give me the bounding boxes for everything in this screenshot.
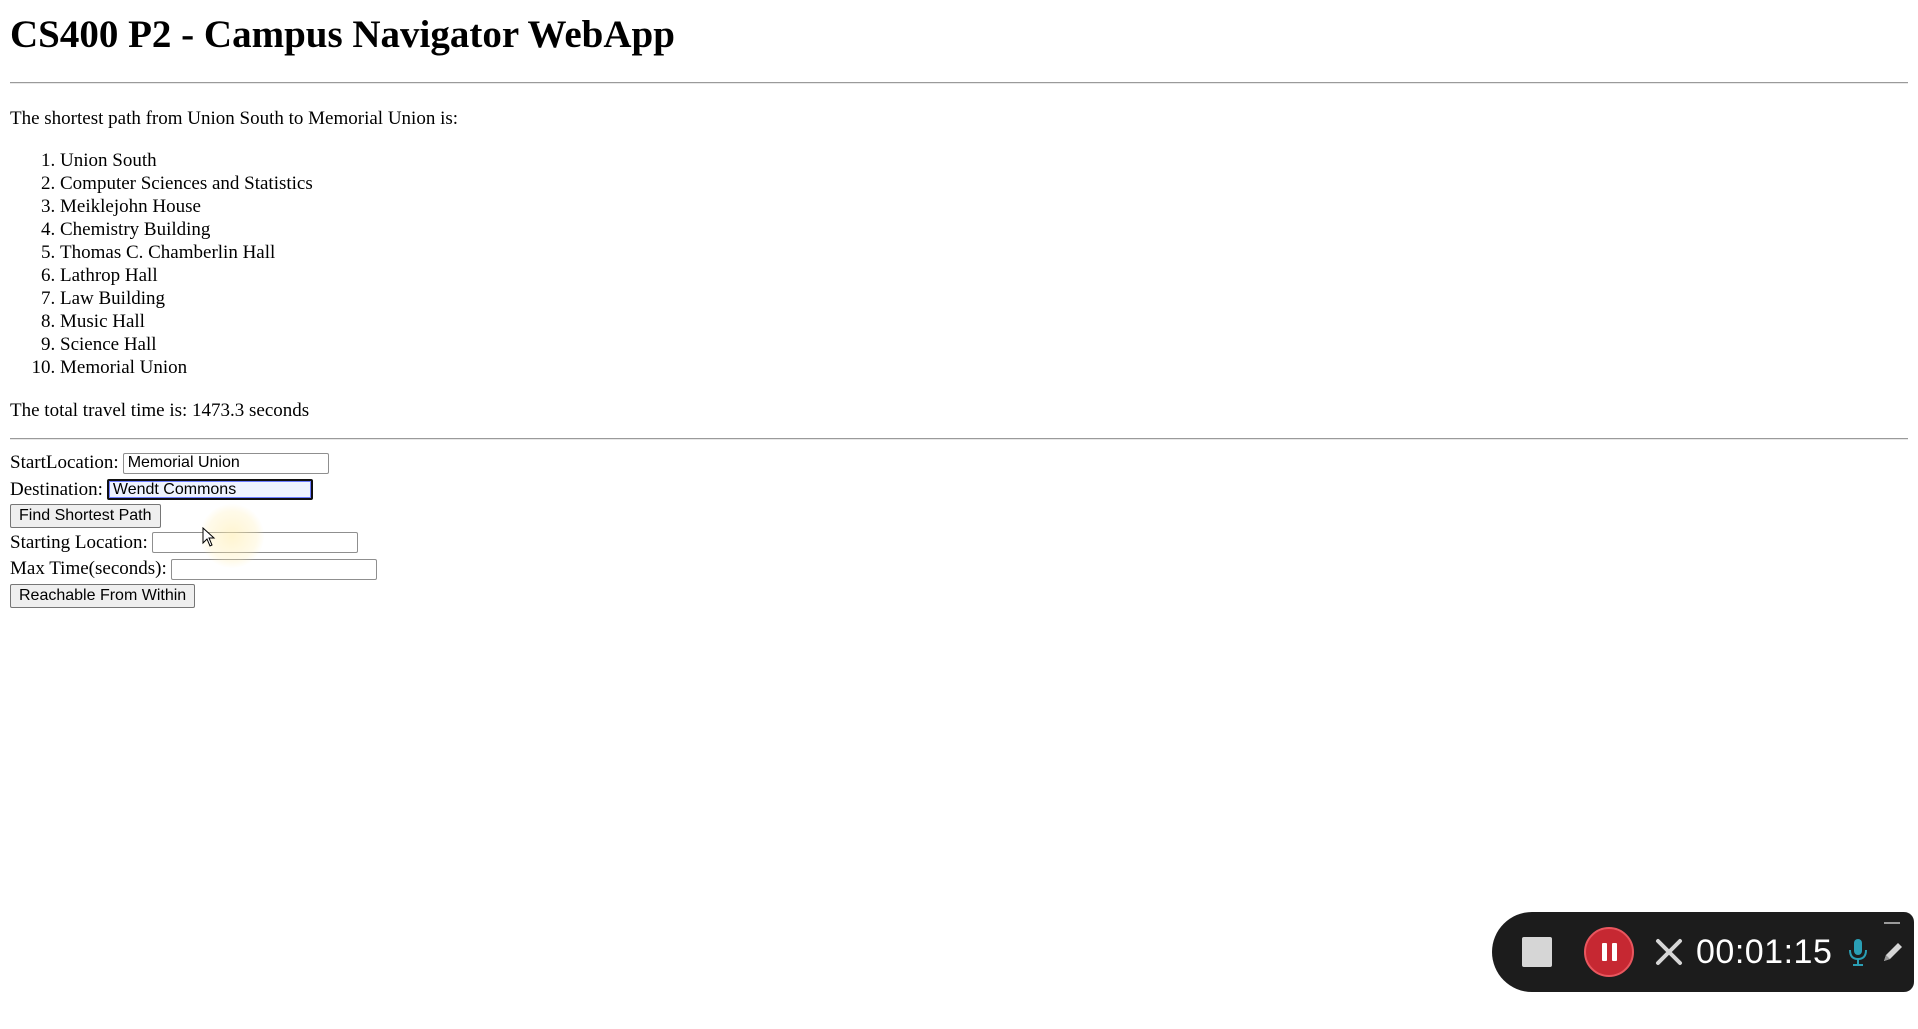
path-item: Union South bbox=[60, 149, 1908, 172]
close-icon[interactable] bbox=[1652, 935, 1686, 969]
start-location-label: StartLocation: bbox=[10, 452, 119, 474]
reachable-from-within-button[interactable]: Reachable From Within bbox=[10, 583, 196, 608]
navigation-form: StartLocation: Destination: Find Shortes… bbox=[10, 450, 1908, 609]
path-item: Science Hall bbox=[60, 333, 1908, 356]
destination-input[interactable] bbox=[106, 479, 313, 501]
pause-icon[interactable] bbox=[1584, 927, 1634, 977]
path-item: Meiklejohn House bbox=[60, 195, 1908, 218]
middle-divider bbox=[10, 438, 1908, 440]
path-item: Memorial Union bbox=[60, 356, 1908, 379]
start-location-row: StartLocation: bbox=[10, 450, 1908, 477]
page-title: CS400 P2 - Campus Navigator WebApp bbox=[10, 13, 675, 56]
path-item: Law Building bbox=[60, 287, 1908, 310]
find-button-row: Find Shortest Path bbox=[10, 503, 1908, 530]
path-list: Union South Computer Sciences and Statis… bbox=[10, 149, 1908, 379]
total-travel-time: The total travel time is: 1473.3 seconds bbox=[10, 400, 310, 421]
max-time-row: Max Time(seconds): bbox=[10, 556, 1908, 583]
starting-location-row: Starting Location: bbox=[10, 530, 1908, 557]
path-item: Lathrop Hall bbox=[60, 264, 1908, 287]
recording-timer: 00:01:15 bbox=[1696, 932, 1833, 971]
minimize-icon[interactable] bbox=[1884, 922, 1900, 924]
pencil-icon[interactable] bbox=[1880, 939, 1906, 965]
page: CS400 P2 - Campus Navigator WebApp The s… bbox=[0, 0, 1918, 1029]
microphone-icon[interactable] bbox=[1846, 937, 1870, 967]
path-intro-text: The shortest path from Union South to Me… bbox=[10, 108, 459, 129]
max-time-input[interactable] bbox=[170, 558, 377, 580]
max-time-label: Max Time(seconds): bbox=[10, 558, 167, 580]
path-item: Chemistry Building bbox=[60, 218, 1908, 241]
starting-location-label: Starting Location: bbox=[10, 531, 148, 553]
path-item: Computer Sciences and Statistics bbox=[60, 172, 1908, 195]
starting-location-input[interactable] bbox=[151, 532, 358, 554]
path-item: Music Hall bbox=[60, 310, 1908, 333]
start-location-input[interactable] bbox=[122, 452, 329, 474]
stop-icon[interactable] bbox=[1522, 937, 1552, 967]
find-shortest-path-button[interactable]: Find Shortest Path bbox=[10, 504, 161, 529]
path-item: Thomas C. Chamberlin Hall bbox=[60, 241, 1908, 264]
destination-row: Destination: bbox=[10, 477, 1908, 504]
top-divider bbox=[10, 82, 1908, 84]
destination-label: Destination: bbox=[10, 478, 103, 500]
reachable-button-row: Reachable From Within bbox=[10, 583, 1908, 610]
screen-recorder-toolbar: 00:01:15 bbox=[1492, 912, 1914, 992]
